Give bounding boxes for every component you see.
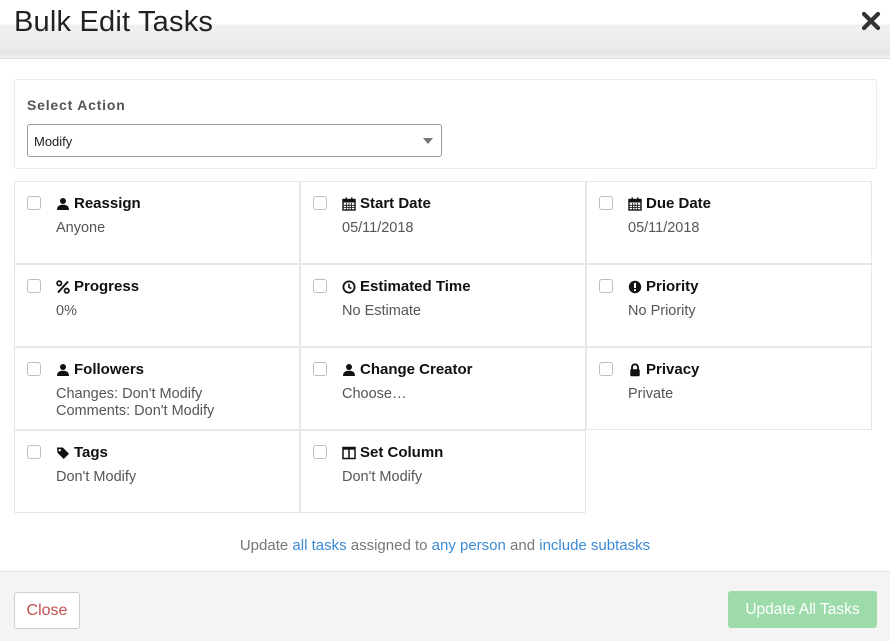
estimated-time-value[interactable]: No Estimate [342,303,421,320]
columns-icon [342,446,356,460]
action-select[interactable]: Modify [27,124,442,157]
field-privacy: Privacy Private [586,347,872,430]
start-date-checkbox[interactable] [313,196,327,210]
field-title: Priority [628,278,699,295]
select-action-label: Select Action [27,97,126,113]
reassign-checkbox[interactable] [27,196,41,210]
field-change-creator: Change Creator Choose… [300,347,586,430]
field-title: Change Creator [342,361,473,378]
field-title: Due Date [628,195,711,212]
user-icon [56,197,70,211]
field-reassign: Reassign Anyone [14,181,300,264]
field-priority: Priority No Priority [586,264,872,347]
include-subtasks-link[interactable]: include subtasks [539,537,650,554]
user-icon [342,363,356,377]
select-action-panel: Select Action Modify [14,79,877,169]
priority-checkbox[interactable] [599,279,613,293]
followers-checkbox[interactable] [27,362,41,376]
modal-header: Bulk Edit Tasks [0,0,890,59]
calendar-icon [342,197,356,211]
reassign-value[interactable]: Anyone [56,220,105,237]
progress-value[interactable]: 0% [56,303,77,320]
update-summary: Update all tasks assigned to any person … [239,537,651,554]
tag-icon [56,446,70,460]
priority-value[interactable]: No Priority [628,303,696,320]
field-set-column: Set Column Don't Modify [300,430,586,513]
field-title: Progress [56,278,139,295]
privacy-checkbox[interactable] [599,362,613,376]
field-title: Reassign [56,195,141,212]
privacy-value[interactable]: Private [628,386,673,403]
calendar-icon [628,197,642,211]
field-title: Followers [56,361,144,378]
estimated-time-checkbox[interactable] [313,279,327,293]
field-title: Privacy [628,361,699,378]
clock-icon [342,280,356,294]
percent-icon [56,279,70,294]
change-creator-value[interactable]: Choose… [342,386,406,403]
field-title: Estimated Time [342,278,471,295]
close-button[interactable]: Close [14,592,80,629]
lock-icon [628,362,642,377]
modal-title: Bulk Edit Tasks [14,6,214,38]
field-due-date: Due Date 05/11/2018 [586,181,872,264]
tags-checkbox[interactable] [27,445,41,459]
progress-checkbox[interactable] [27,279,41,293]
action-select-value: Modify [34,134,73,149]
field-title: Set Column [342,444,443,461]
exclamation-icon [628,280,642,294]
user-icon [56,363,70,377]
tags-value[interactable]: Don't Modify [56,469,136,486]
field-title: Tags [56,444,108,461]
set-column-checkbox[interactable] [313,445,327,459]
modal-footer: Close Update All Tasks [0,571,890,641]
set-column-value[interactable]: Don't Modify [342,469,422,486]
field-title: Start Date [342,195,431,212]
update-all-tasks-button[interactable]: Update All Tasks [728,591,877,628]
close-icon[interactable] [860,10,882,32]
start-date-value[interactable]: 05/11/2018 [342,220,414,237]
change-creator-checkbox[interactable] [313,362,327,376]
followers-comments: Comments: Don't Modify [56,403,215,419]
field-estimated-time: Estimated Time No Estimate [300,264,586,347]
all-tasks-link[interactable]: all tasks [292,537,346,554]
followers-changes: Changes: Don't Modify [56,386,203,402]
field-progress: Progress 0% [14,264,300,347]
chevron-down-icon [423,138,433,144]
field-followers: Followers Changes: Don't Modify Comments… [14,347,300,430]
followers-value[interactable]: Changes: Don't Modify Comments: Don't Mo… [56,386,214,420]
field-tags: Tags Don't Modify [14,430,300,513]
field-start-date: Start Date 05/11/2018 [300,181,586,264]
due-date-checkbox[interactable] [599,196,613,210]
due-date-value[interactable]: 05/11/2018 [628,220,700,237]
any-person-link[interactable]: any person [432,537,506,554]
